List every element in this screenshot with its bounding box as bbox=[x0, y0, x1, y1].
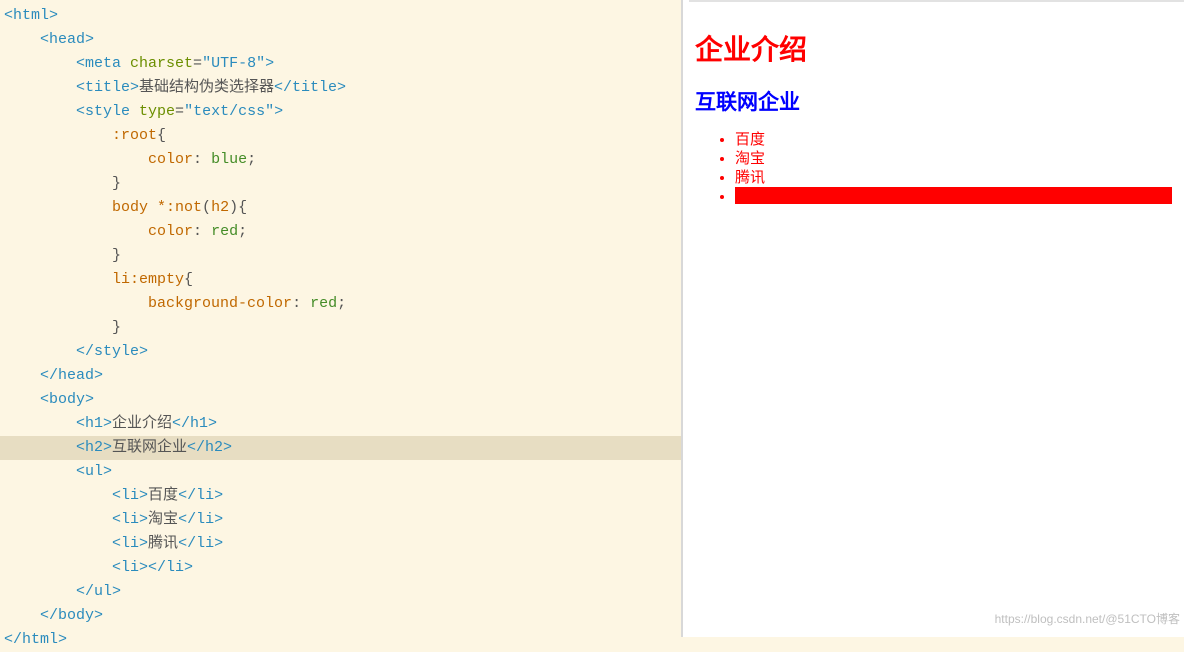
preview-h1: 企业介绍 bbox=[695, 28, 1172, 68]
list-item: 腾讯 bbox=[735, 168, 1172, 187]
code-line[interactable]: <meta charset="UTF-8"> bbox=[0, 52, 681, 76]
list-item bbox=[735, 187, 1172, 204]
preview-h2: 互联网企业 bbox=[695, 86, 1172, 116]
code-line[interactable]: <li>淘宝</li> bbox=[0, 508, 681, 532]
watermark-text: https://blog.csdn.net/@51CTO博客 bbox=[995, 610, 1180, 627]
browser-preview-pane: 企业介绍 互联网企业 百度淘宝腾讯 https://blog.csdn.net/… bbox=[681, 0, 1184, 637]
code-line[interactable]: </body> bbox=[0, 604, 681, 628]
code-line[interactable]: body *:not(h2){ bbox=[0, 196, 681, 220]
list-item: 淘宝 bbox=[735, 149, 1172, 168]
code-line[interactable]: } bbox=[0, 172, 681, 196]
code-line[interactable]: <head> bbox=[0, 28, 681, 52]
code-line[interactable]: } bbox=[0, 244, 681, 268]
code-line[interactable]: </html> bbox=[0, 628, 681, 652]
code-line[interactable]: <title>基础结构伪类选择器</title> bbox=[0, 76, 681, 100]
code-line[interactable]: <h2>互联网企业</h2> bbox=[0, 436, 681, 460]
code-line[interactable]: <li>腾讯</li> bbox=[0, 532, 681, 556]
preview-list: 百度淘宝腾讯 bbox=[695, 130, 1172, 204]
code-line[interactable]: li:empty{ bbox=[0, 268, 681, 292]
code-line[interactable]: :root{ bbox=[0, 124, 681, 148]
code-line[interactable]: <li></li> bbox=[0, 556, 681, 580]
code-line[interactable]: } bbox=[0, 316, 681, 340]
code-line[interactable]: background-color: red; bbox=[0, 292, 681, 316]
code-line[interactable]: <body> bbox=[0, 388, 681, 412]
code-line[interactable]: </ul> bbox=[0, 580, 681, 604]
code-line[interactable]: <h1>企业介绍</h1> bbox=[0, 412, 681, 436]
list-item: 百度 bbox=[735, 130, 1172, 149]
code-line[interactable]: <html> bbox=[0, 4, 681, 28]
code-line[interactable]: </style> bbox=[0, 340, 681, 364]
code-line[interactable]: </head> bbox=[0, 364, 681, 388]
code-line[interactable]: <li>百度</li> bbox=[0, 484, 681, 508]
code-line[interactable]: color: blue; bbox=[0, 148, 681, 172]
code-editor-pane[interactable]: <html> <head> <meta charset="UTF-8"> <ti… bbox=[0, 0, 681, 637]
code-line[interactable]: <style type="text/css"> bbox=[0, 100, 681, 124]
code-line[interactable]: <ul> bbox=[0, 460, 681, 484]
code-line[interactable]: color: red; bbox=[0, 220, 681, 244]
